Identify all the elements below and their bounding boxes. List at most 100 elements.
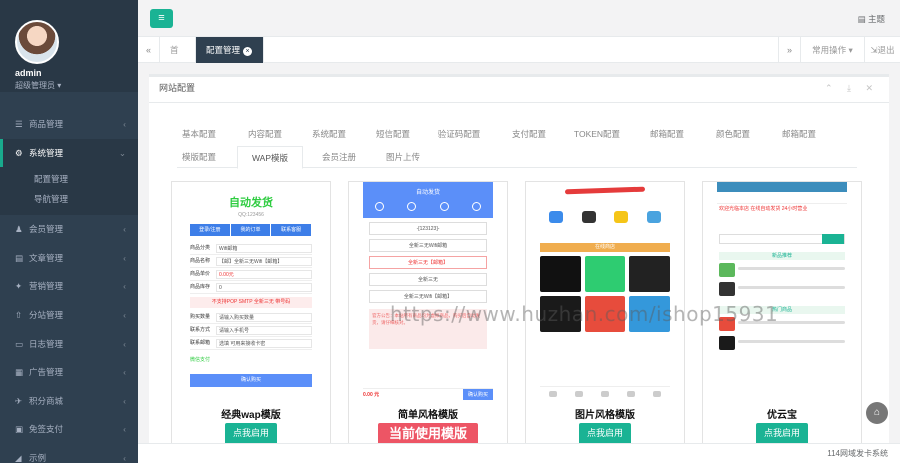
code-icon: [614, 211, 629, 223]
tab-member-register[interactable]: 会员注册: [317, 146, 361, 168]
template-cards: 自动发货 QQ:123456 登录/注册 我的订单 联系客服 商品分类 Wifi邮…: [171, 181, 871, 446]
preview-list-item: [719, 282, 845, 298]
bank-icon: [646, 211, 661, 223]
sidebar-item-members[interactable]: ♟ 会员管理 ‹: [0, 215, 138, 244]
preview-list-item: [719, 336, 845, 352]
preview-title: 自动发货: [415, 190, 440, 196]
footer: 114网域发卡系统: [138, 443, 900, 463]
preview-icons: [363, 202, 493, 211]
template-card-classic: 自动发货 QQ:123456 登录/注册 我的订单 联系客服 商品分类 Wifi邮…: [171, 181, 331, 446]
chevron-left-icon: ‹: [123, 224, 126, 235]
preview-price: 0.00 元: [363, 392, 380, 398]
sidebar: admin 超级管理员 ▾ ☰ 商品管理 ‹ ⚙ 系统管理 ⌄ 配置管理 导航管理 ♟ 会…: [0, 0, 138, 463]
preview-row-key: 购买数量: [190, 314, 211, 320]
chevron-left-icon: ‹: [123, 452, 126, 463]
tab-image-upload[interactable]: 图片上传: [381, 146, 425, 168]
preview-buy-button: 确认购买: [463, 389, 493, 400]
sidebar-item-marketing[interactable]: ✦ 营销管理 ‹: [0, 272, 138, 301]
image-icon: ▦: [15, 367, 24, 378]
chevron-left-icon: ‹: [123, 252, 126, 263]
sidebar-item-system[interactable]: ⚙ 系统管理 ⌄: [0, 138, 138, 168]
preview-row-value: 0: [216, 283, 312, 292]
preview-notice: 欢迎光临本店 在线自动发货 24小时营业: [719, 206, 808, 212]
tab-basic-config[interactable]: 基本配置: [177, 123, 221, 145]
sidebar-item-logs[interactable]: ▭ 日志管理 ‹: [0, 330, 138, 359]
enable-template-button[interactable]: 点我启用: [579, 423, 631, 445]
menu-toggle-button[interactable]: ≡: [150, 9, 173, 28]
tab-email-config[interactable]: 邮箱配置: [645, 123, 689, 145]
tab-captcha-config[interactable]: 验证码配置: [433, 123, 485, 145]
preview-item-image: [719, 263, 735, 277]
sidebar-item-label: 营销管理: [29, 281, 64, 292]
avatar[interactable]: [15, 20, 59, 64]
upload-icon: ⇧: [15, 309, 23, 320]
sidebar-item-examples[interactable]: ◢ 示例 ‹: [0, 444, 138, 463]
preview-item-text: [738, 321, 845, 324]
sidebar-item-points-mall[interactable]: ✈ 积分商城 ‹: [0, 387, 138, 416]
home-floating-button[interactable]: ⌂: [866, 402, 888, 424]
nav-icon: [627, 391, 635, 397]
tab-system-config[interactable]: 系统配置: [307, 123, 351, 145]
double-chevron-left-icon: «: [145, 45, 151, 55]
sidebar-item-label: 会员管理: [29, 224, 64, 235]
sidebar-item-articles[interactable]: ▤ 文章管理 ‹: [0, 244, 138, 273]
plane-icon: ✈: [15, 395, 23, 406]
tab-payment-config[interactable]: 支付配置: [507, 123, 551, 145]
preview-bar: 在线商店: [540, 243, 670, 252]
template-preview-image: 在线商店: [526, 182, 684, 400]
config-tabs-row-2: 模版配置 WAP模版 会员注册 图片上传: [177, 146, 857, 169]
enable-template-button[interactable]: 点我启用: [225, 423, 277, 445]
sidebar-item-products[interactable]: ☰ 商品管理 ‹: [0, 110, 138, 139]
preview-row-value: 请输入购买数量: [216, 313, 312, 322]
preview-option: 全新三无: [369, 273, 487, 286]
tab-token-config[interactable]: TOKEN配置: [571, 123, 623, 145]
preview-product-image: [629, 296, 670, 332]
sidebar-item-label: 日志管理: [29, 338, 64, 349]
template-preview-classic: 自动发货 QQ:123456 登录/注册 我的订单 联系客服 商品分类 Wifi邮…: [172, 182, 330, 400]
tab-wap-template[interactable]: WAP模版: [237, 146, 303, 169]
double-chevron-right-icon: »: [786, 45, 792, 55]
preview-row-key: 联系方式: [190, 327, 211, 333]
close-icon[interactable]: ×: [243, 47, 253, 56]
sidebar-subitem-config[interactable]: 配置管理: [0, 169, 138, 189]
theme-button[interactable]: ▤ 主题: [858, 13, 885, 25]
logout-button[interactable]: ⇲退出: [864, 37, 900, 63]
site-config-panel: 网站配置 ⌃ ⤓ ✕ 基本配置 内容配置 系统配置 短信配置 验证码配置 支付配…: [149, 74, 889, 446]
users-icon: ♟: [15, 224, 23, 235]
tab-content-config[interactable]: 内容配置: [243, 123, 287, 145]
panel-tools[interactable]: ⌃ ⤓ ✕: [825, 77, 879, 99]
hamburger-icon: ≡: [158, 12, 165, 24]
preview-grid: [540, 256, 670, 332]
template-card-simple: 自动发货 -[123123]- 全新三无Wifi邮箱 全新三无【邮箱】 全新三无…: [348, 181, 508, 446]
chevron-left-icon: ‹: [123, 395, 126, 406]
page-tab-home[interactable]: 首页: [160, 37, 196, 81]
tab-template-config[interactable]: 模版配置: [177, 146, 221, 168]
tab-scroll-left-button[interactable]: «: [138, 37, 160, 63]
preview-product-image: [584, 296, 626, 332]
user-role-dropdown[interactable]: 超级管理员 ▾: [15, 80, 138, 91]
marketing-icon: ✦: [15, 281, 23, 292]
preview-header: [717, 182, 847, 192]
sidebar-item-label: 示例: [29, 452, 47, 463]
common-ops-dropdown[interactable]: 常用操作 ▾: [800, 37, 864, 63]
template-name: 经典wap模版: [221, 410, 281, 421]
tab-sms-config[interactable]: 短信配置: [371, 123, 415, 145]
enable-template-button[interactable]: 点我启用: [756, 423, 808, 445]
sidebar-item-free-pay[interactable]: ▣ 免签支付 ‹: [0, 415, 138, 444]
preview-tab: 联系客服: [271, 224, 313, 236]
preview-row: 商品库存 0: [190, 281, 312, 294]
preview-row: 商品名称 【邮】全新三无Wifi【邮箱】: [190, 255, 312, 268]
preview-row-value: 请输入手机号: [216, 326, 312, 335]
sidebar-subitem-nav[interactable]: 导航管理: [0, 189, 138, 209]
sidebar-item-substations[interactable]: ⇧ 分站管理 ‹: [0, 301, 138, 330]
tab-mail-config[interactable]: 邮箱配置: [777, 123, 821, 145]
main-content: 网站配置 ⌃ ⤓ ✕ 基本配置 内容配置 系统配置 短信配置 验证码配置 支付配…: [138, 63, 900, 446]
tab-color-config[interactable]: 颜色配置: [711, 123, 755, 145]
preview-option: -[123123]-: [369, 222, 487, 235]
preview-row: 购买数量 请输入购买数量: [190, 311, 312, 324]
sidebar-item-ads[interactable]: ▦ 广告管理 ‹: [0, 358, 138, 387]
preview-row: 商品分类 Wifi邮箱: [190, 242, 312, 255]
tab-scroll-right-button[interactable]: »: [778, 37, 800, 63]
preview-search-button: [822, 234, 844, 244]
page-tab-config[interactable]: 配置管理 ×: [196, 37, 264, 63]
